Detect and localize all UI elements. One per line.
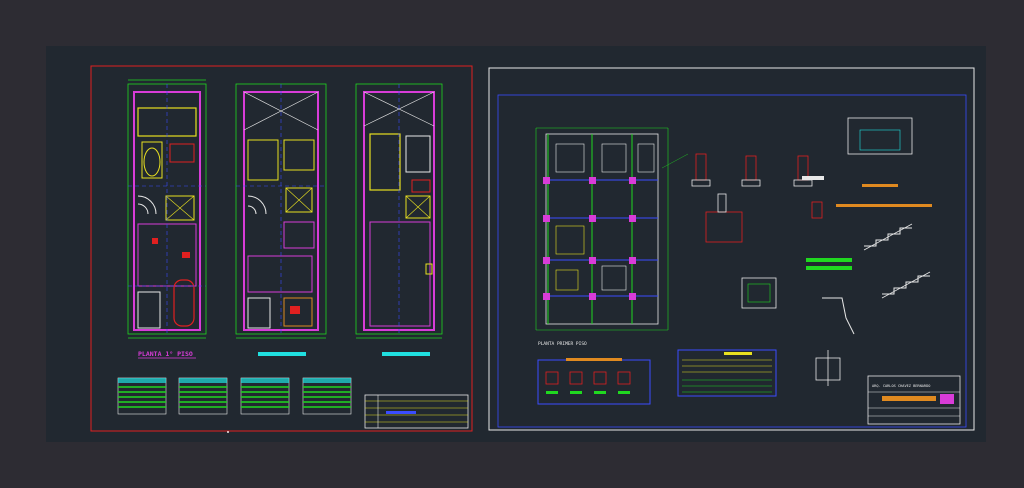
floor-plan-1 — [127, 79, 207, 339]
footing-details — [661, 117, 913, 187]
left-sheet-border — [90, 65, 473, 432]
cad-viewport[interactable]: PLANTA 1° PISO PLANTA PRIMER PISO ARQ. C… — [0, 0, 1024, 488]
left-schedule-tables — [117, 377, 352, 415]
plan-2-title-bar — [258, 352, 306, 356]
right-sheet-inner-border — [497, 94, 967, 428]
right-sheet[interactable]: PLANTA PRIMER PISO ARQ. CARLOS CHAVEZ BE… — [488, 67, 975, 431]
plan-3-title-bar — [382, 352, 430, 356]
general-notes — [677, 349, 777, 397]
floor-plan-3 — [355, 83, 443, 339]
stair-details — [806, 204, 932, 335]
plan-1-title: PLANTA 1° PISO — [138, 350, 193, 358]
ucs-origin-marker — [227, 431, 229, 433]
left-title-block — [364, 394, 469, 429]
structural-plan — [535, 127, 669, 331]
floor-plan-2 — [235, 83, 327, 339]
column-schedule — [537, 358, 651, 405]
model-space-canvas[interactable]: PLANTA 1° PISO PLANTA PRIMER PISO ARQ. C… — [46, 46, 986, 442]
left-sheet[interactable]: PLANTA 1° PISO — [90, 65, 473, 432]
cad-drawing: PLANTA 1° PISO PLANTA PRIMER PISO ARQ. C… — [90, 65, 975, 433]
structural-plan-title: PLANTA PRIMER PISO — [538, 341, 587, 347]
title-block-author: ARQ. CARLOS CHAVEZ BERNARDO — [872, 384, 930, 388]
